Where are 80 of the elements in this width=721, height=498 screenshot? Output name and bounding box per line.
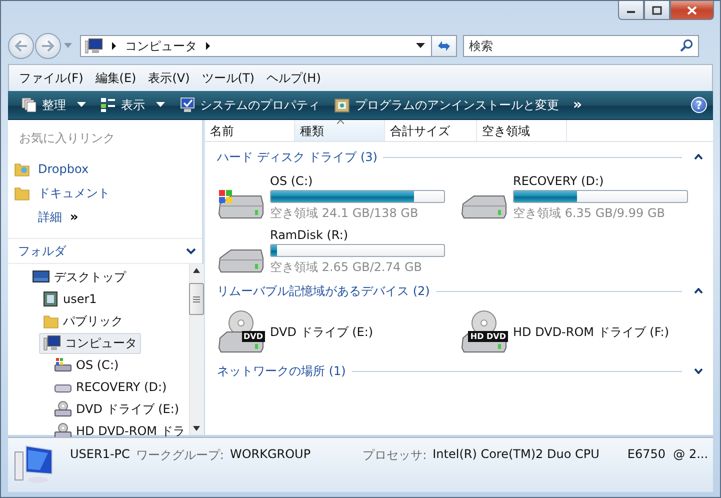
- menu-item[interactable]: 編集(E): [89, 70, 142, 86]
- grip-icon[interactable]: [193, 296, 200, 302]
- folder-icon: [43, 313, 59, 329]
- windows-drive-icon: [54, 357, 72, 373]
- tree-item[interactable]: DVD ドライブ (E:): [50, 398, 184, 420]
- forward-arrow-icon: [41, 40, 55, 52]
- pages-icon: [21, 97, 37, 113]
- more-button[interactable]: »: [566, 93, 590, 117]
- workgroup-label: ワークグループ:: [136, 447, 224, 464]
- column-header[interactable]: 種類: [295, 120, 385, 141]
- drive-name[interactable]: OS (C:): [270, 174, 445, 188]
- dropdown-caret-icon[interactable]: [416, 43, 425, 49]
- refresh-arrows-icon: [436, 39, 452, 53]
- disc-badge: HD DVD: [468, 331, 508, 342]
- scrollbar[interactable]: [188, 264, 204, 435]
- tree-item[interactable]: コンピュータ: [39, 332, 141, 354]
- scroll-down-arrow-icon[interactable]: [193, 426, 200, 431]
- close-icon: [687, 6, 697, 14]
- scroll-up-arrow-icon[interactable]: [193, 268, 200, 273]
- breadcrumb-arrow-icon[interactable]: [111, 42, 117, 50]
- tree-item[interactable]: user1: [39, 289, 101, 309]
- group-header[interactable]: リムーバブル記憶域があるデバイス (2): [217, 282, 430, 300]
- monitor-icon: [32, 270, 50, 284]
- computer-icon: [85, 38, 103, 54]
- tree-item[interactable]: デスクトップ: [28, 266, 130, 288]
- toolbar-button[interactable]: システムのプロパティ: [172, 93, 327, 117]
- folder-badge-icon: [14, 161, 30, 177]
- menu-item[interactable]: ツール(T): [196, 70, 260, 86]
- close-button[interactable]: [670, 1, 714, 20]
- breadcrumb-arrow-icon[interactable]: [205, 42, 211, 50]
- tree-item[interactable]: RECOVERY (D:): [50, 377, 171, 397]
- processor-value: E6750 @ 2...: [627, 447, 708, 463]
- menu-item[interactable]: ヘルプ(H): [260, 70, 327, 86]
- chevron-icon[interactable]: [694, 368, 703, 374]
- minimize-button[interactable]: [618, 1, 644, 20]
- drive-name[interactable]: HD DVD-ROM ドライブ (F:): [513, 324, 670, 340]
- group-header[interactable]: ハード ディスク ドライブ (3): [217, 148, 378, 166]
- search-icon[interactable]: [680, 39, 693, 52]
- menu-item[interactable]: ファイル(F): [13, 70, 90, 86]
- more-link[interactable]: 詳細 »: [38, 208, 78, 226]
- tree-item[interactable]: OS (C:): [50, 355, 123, 375]
- column-header[interactable]: 空き領域: [477, 120, 567, 141]
- folders-header[interactable]: フォルダ: [8, 238, 202, 264]
- computer-icon: [43, 335, 61, 351]
- refresh-button[interactable]: [431, 35, 457, 57]
- free-space-text: 空き領域 6.35 GB/9.99 GB: [513, 205, 666, 222]
- tree-item[interactable]: パブリック: [39, 310, 127, 332]
- toolbar-button[interactable]: 表示: [93, 93, 172, 117]
- maximize-button[interactable]: [644, 1, 670, 20]
- group-header[interactable]: ネットワークの場所 (1): [217, 362, 346, 380]
- toolbar-button[interactable]: プログラムのアンインストールと変更: [327, 93, 566, 117]
- free-space-text: 空き領域 24.1 GB/138 GB: [270, 205, 420, 222]
- maximize-icon: [652, 6, 662, 14]
- optical-drive-icon: [54, 401, 72, 417]
- monitor-check-icon: [179, 97, 195, 113]
- toolbar-button[interactable]: 整理: [14, 93, 93, 117]
- address-bar[interactable]: コンピュータ: [80, 35, 432, 57]
- column-header[interactable]: 合計サイズ: [385, 120, 477, 141]
- favorite-link[interactable]: ドキュメント: [38, 184, 110, 202]
- folder-icon: [14, 185, 30, 201]
- breadcrumb[interactable]: コンピュータ: [125, 38, 197, 54]
- chevron-icon[interactable]: [694, 288, 703, 294]
- user-folder-icon: [43, 291, 59, 307]
- processor-label: プロセッサ:: [362, 447, 427, 464]
- drive-name[interactable]: RamDisk (R:): [270, 228, 445, 242]
- disc-badge: DVD: [242, 331, 265, 342]
- views-icon: [100, 97, 116, 113]
- search-field[interactable]: 検索: [463, 35, 699, 57]
- drive-name[interactable]: DVD ドライブ (E:): [270, 324, 374, 340]
- processor-value: Intel(R) Core(TM)2 Duo CPU: [432, 447, 600, 463]
- chevron-icon[interactable]: [694, 154, 703, 160]
- drive-name[interactable]: RECOVERY (D:): [513, 174, 688, 188]
- favorite-link[interactable]: Dropbox: [38, 162, 89, 176]
- back-arrow-icon: [14, 40, 28, 52]
- free-space-text: 空き領域 2.65 GB/2.74 GB: [270, 259, 423, 276]
- menu-item[interactable]: 表示(V): [142, 70, 196, 86]
- computer-name: USER1-PC: [70, 447, 130, 463]
- workgroup-value: WORKGROUP: [230, 447, 311, 463]
- software-box-icon: [334, 97, 350, 113]
- section-title: お気に入りリンク: [19, 130, 116, 147]
